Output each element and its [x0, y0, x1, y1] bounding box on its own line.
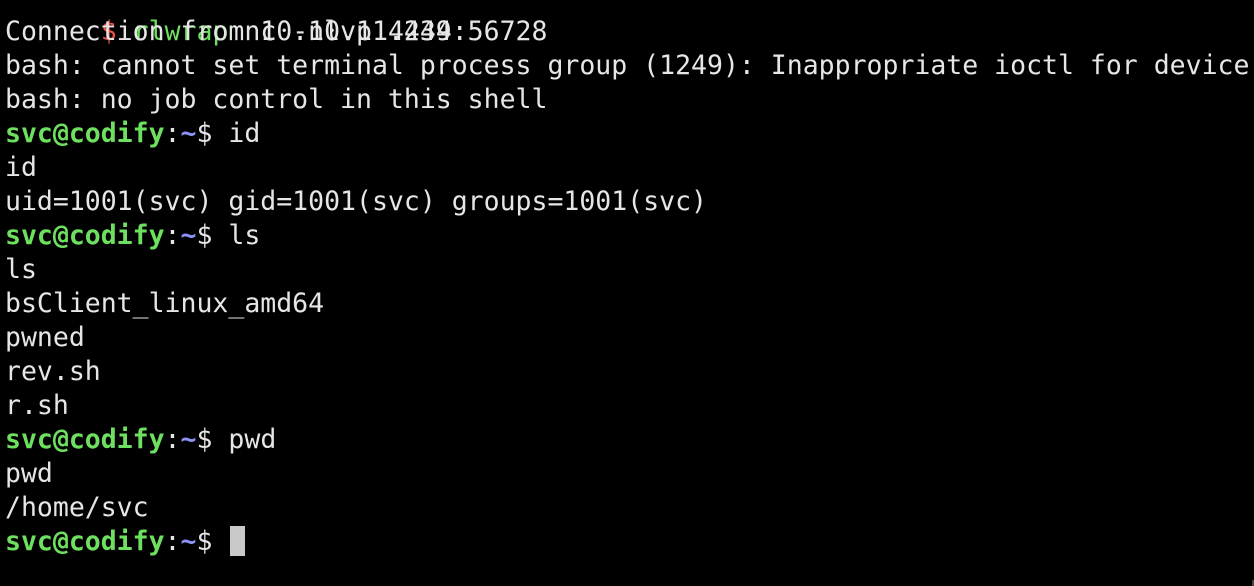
remote-prompt-line-pwd: svc@codify:~$ pwd — [5, 423, 1249, 457]
output-pwd-echo: pwd — [5, 458, 53, 489]
output-ls-file: bsClient_linux_amd64 — [5, 288, 325, 319]
output-ls-file: pwned — [5, 322, 85, 353]
command-input[interactable] — [212, 526, 228, 557]
remote-prompt-line-current[interactable]: svc@codify:~$ — [5, 525, 1249, 559]
output-ls-file: r.sh — [5, 390, 69, 421]
terminal-output: $ rlwrap nc -nlvp 4444 Connection from 1… — [5, 0, 1249, 559]
terminal-window[interactable]: $ rlwrap nc -nlvp 4444 Connection from 1… — [0, 0, 1254, 586]
local-prompt-line: $ rlwrap nc -nlvp 4444 — [5, 0, 1249, 47]
prompt-colon: : — [164, 526, 181, 557]
prompt-user-host: svc@codify — [5, 220, 165, 251]
text-cursor — [230, 526, 246, 556]
output-ls-file: rev.sh — [5, 356, 101, 387]
remote-prompt-line-ls: svc@codify:~$ ls — [5, 219, 1249, 253]
output-bash-warning-2: bash: no job control in this shell — [5, 84, 548, 115]
prompt-dollar: $ — [196, 424, 213, 455]
output-connection: Connection from 10.10.11.239:56728 — [5, 16, 548, 47]
remote-prompt-line-id: svc@codify:~$ id — [5, 117, 1249, 151]
prompt-path: ~ — [180, 424, 197, 455]
prompt-path: ~ — [180, 118, 197, 149]
output-ls-echo: ls — [5, 254, 37, 285]
prompt-dollar: $ — [196, 118, 213, 149]
prompt-dollar: $ — [196, 526, 213, 557]
prompt-user-host: svc@codify — [5, 424, 165, 455]
prompt-colon: : — [164, 118, 181, 149]
output-bash-warning-1: bash: cannot set terminal process group … — [5, 50, 1250, 81]
prompt-path: ~ — [180, 526, 197, 557]
prompt-user-host: svc@codify — [5, 526, 165, 557]
prompt-colon: : — [164, 220, 181, 251]
command-ls: ls — [212, 220, 261, 251]
prompt-dollar: $ — [196, 220, 213, 251]
command-id: id — [212, 118, 261, 149]
output-id-result: uid=1001(svc) gid=1001(svc) groups=1001(… — [5, 186, 707, 217]
output-pwd-result: /home/svc — [5, 492, 149, 523]
prompt-colon: : — [164, 424, 181, 455]
prompt-path: ~ — [180, 220, 197, 251]
output-id-echo: id — [5, 152, 37, 183]
command-pwd: pwd — [212, 424, 277, 455]
prompt-user-host: svc@codify — [5, 118, 165, 149]
